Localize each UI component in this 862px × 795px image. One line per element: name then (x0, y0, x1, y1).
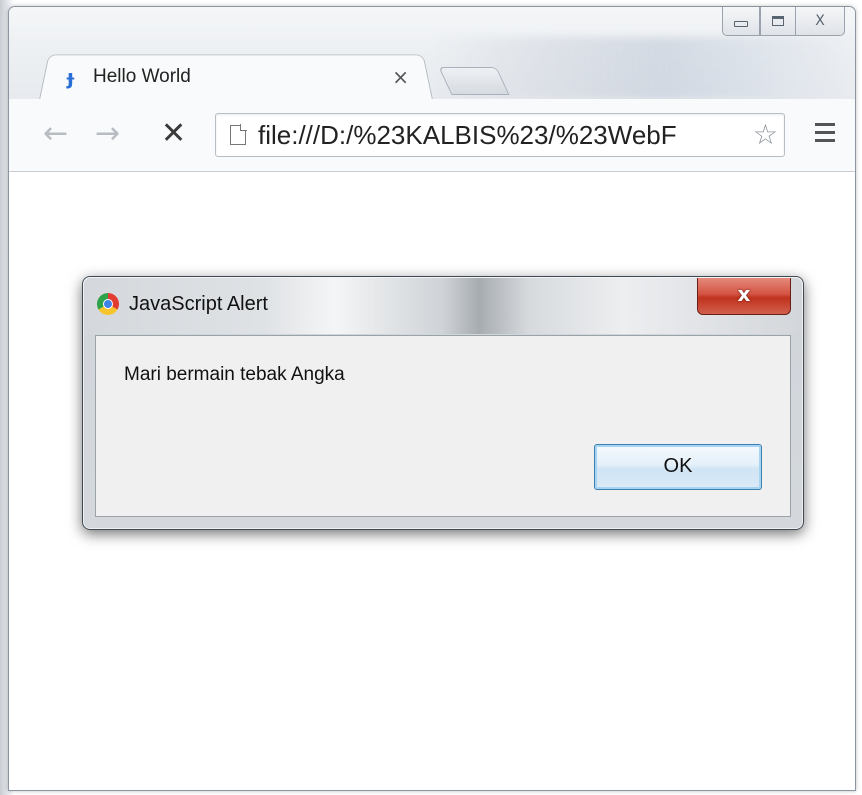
close-icon: X (815, 13, 825, 29)
javascript-alert-dialog: JavaScript Alert x Mari bermain tebak An… (82, 276, 804, 530)
minimize-button[interactable] (722, 7, 760, 36)
window-close-button[interactable]: X (796, 7, 845, 36)
maximize-icon (772, 16, 784, 26)
browser-toolbar: ← → ✕ file:///D:/%23KALBIS%23/%23WebF ☆ (9, 99, 855, 172)
dialog-body: Mari bermain tebak Angka OK (95, 335, 791, 517)
forward-button[interactable]: → (95, 119, 120, 149)
bookmark-star-icon[interactable]: ☆ (753, 121, 778, 149)
back-button[interactable]: ← (43, 119, 68, 149)
address-bar[interactable]: file:///D:/%23KALBIS%23/%23WebF ☆ (215, 113, 785, 157)
page-favicon-icon: ɟ (67, 65, 74, 89)
tab-close-icon[interactable]: × (392, 65, 409, 89)
address-url[interactable]: file:///D:/%23KALBIS%23/%23WebF (258, 120, 753, 151)
dialog-title: JavaScript Alert (129, 293, 268, 315)
dialog-message: Mari bermain tebak Angka (124, 364, 345, 385)
ok-button[interactable]: OK (594, 444, 762, 490)
window-controls: X (722, 7, 845, 37)
tab-title: Hello World (93, 66, 191, 87)
dialog-close-button[interactable]: x (697, 278, 791, 315)
stop-button[interactable]: ✕ (161, 119, 186, 149)
minimize-icon (734, 21, 748, 27)
dialog-close-icon: x (737, 282, 751, 306)
new-tab-button[interactable] (438, 67, 510, 95)
chrome-logo-icon (97, 293, 119, 315)
tab-content: ɟ Hello World × (67, 59, 417, 95)
page-icon (230, 124, 247, 145)
menu-icon[interactable] (815, 123, 835, 147)
maximize-button[interactable] (760, 7, 796, 36)
